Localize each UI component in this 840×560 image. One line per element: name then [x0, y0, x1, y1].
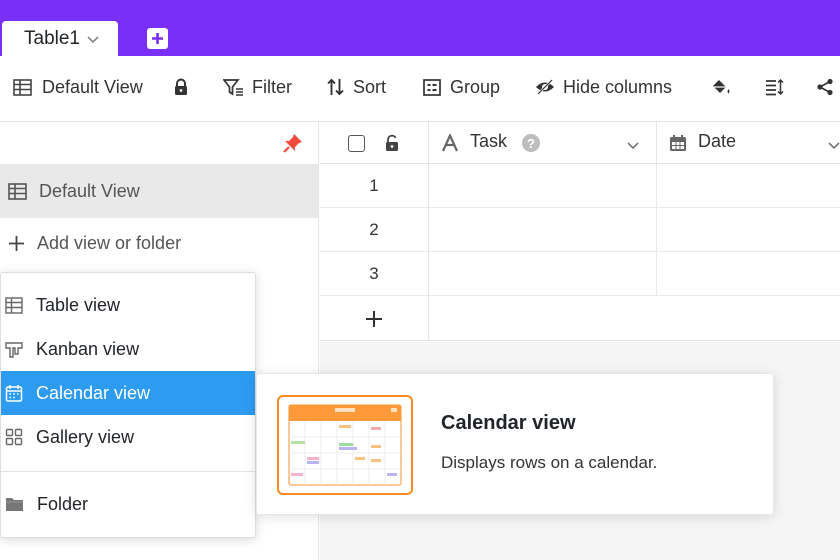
select-all-checkbox[interactable] — [348, 135, 365, 152]
row-color-button[interactable] — [711, 56, 732, 118]
group-icon — [423, 78, 441, 96]
filter-icon — [223, 79, 243, 96]
menu-item-label: Kanban view — [36, 338, 140, 359]
data-grid: Task ? Date 1 2 3 — [320, 122, 840, 342]
menu-item-label: Table view — [36, 294, 121, 315]
row-height-button[interactable] — [765, 56, 784, 118]
column-header-date[interactable]: Date — [657, 122, 840, 164]
filter-button[interactable]: Filter — [223, 56, 292, 118]
pin-icon[interactable] — [282, 132, 304, 159]
cell-task[interactable] — [429, 208, 657, 252]
group-label: Group — [450, 76, 501, 97]
row-number: 2 — [320, 208, 429, 252]
hide-columns-button[interactable]: Hide columns — [535, 56, 672, 118]
select-all-header — [320, 122, 429, 164]
menu-divider — [1, 471, 255, 472]
column-label-date: Date — [698, 131, 737, 151]
top-bar: Table1 — [0, 0, 840, 56]
menu-item-table-view[interactable]: Table view — [1, 283, 255, 327]
row-height-icon — [766, 78, 784, 96]
table-tab-label: Table1 — [24, 27, 80, 49]
folder-icon — [6, 498, 23, 511]
text-type-icon — [441, 132, 459, 157]
row-number: 1 — [320, 164, 429, 208]
table-tab[interactable]: Table1 — [2, 21, 118, 56]
menu-item-gallery-view[interactable]: Gallery view — [1, 415, 255, 459]
view-toolbar: Default View Filter Sort Group Hide colu… — [0, 56, 840, 122]
preview-description: Displays rows on a calendar. — [441, 453, 658, 472]
add-row-button[interactable] — [320, 296, 429, 341]
plus-icon — [366, 310, 382, 327]
cell-date[interactable] — [657, 208, 840, 252]
cell-task[interactable] — [429, 252, 657, 296]
sort-label: Sort — [353, 76, 387, 97]
sort-button[interactable]: Sort — [327, 56, 386, 118]
sidebar-item-default-view[interactable]: Default View — [0, 164, 318, 218]
column-label-task: Task — [470, 131, 508, 151]
share-icon — [817, 78, 833, 96]
calendar-icon — [669, 134, 687, 157]
share-button[interactable] — [816, 56, 834, 118]
plus-icon — [152, 33, 163, 44]
cell-date[interactable] — [657, 164, 840, 208]
current-view-button[interactable]: Default View — [13, 56, 143, 118]
gallery-icon — [5, 428, 23, 446]
menu-item-label: Folder — [37, 493, 89, 514]
chevron-down-icon[interactable] — [626, 136, 640, 157]
chevron-down-icon[interactable] — [827, 136, 840, 157]
table-icon — [5, 296, 23, 314]
add-view-menu: Table view Kanban view Calendar view Gal… — [0, 272, 256, 538]
plus-icon — [9, 235, 24, 251]
paint-bucket-icon — [713, 79, 730, 93]
table-row[interactable]: 2 — [320, 208, 840, 252]
add-view-button[interactable]: Add view or folder — [0, 220, 318, 266]
help-icon[interactable]: ? — [522, 134, 540, 152]
hide-columns-label: Hide columns — [563, 76, 673, 97]
table-row[interactable]: 3 — [320, 252, 840, 296]
chevron-down-icon[interactable] — [86, 32, 100, 46]
lock-view-button[interactable] — [173, 56, 189, 118]
calendar-preview-image — [277, 395, 413, 495]
add-row-bar — [320, 296, 840, 341]
view-preview-card: Calendar view Displays rows on a calenda… — [256, 373, 774, 515]
filter-label: Filter — [252, 76, 292, 97]
table-icon — [8, 182, 27, 200]
menu-item-label: Gallery view — [36, 426, 135, 447]
app-root: Table1 Default View Filter Sort Group Hi… — [0, 0, 840, 560]
add-view-label: Add view or folder — [37, 232, 182, 253]
menu-item-kanban-view[interactable]: Kanban view — [1, 327, 255, 371]
calendar-icon — [5, 385, 23, 402]
row-number: 3 — [320, 252, 429, 296]
sort-icon — [327, 78, 344, 96]
kanban-icon — [5, 341, 23, 358]
add-table-button[interactable] — [147, 28, 168, 49]
grid-header: Task ? Date — [320, 122, 840, 164]
sidebar-item-label: Default View — [39, 180, 140, 201]
lock-icon — [175, 78, 187, 95]
hide-columns-icon — [536, 79, 554, 95]
group-button[interactable]: Group — [423, 56, 500, 118]
current-view-label: Default View — [42, 76, 143, 97]
menu-item-calendar-view[interactable]: Calendar view — [1, 371, 255, 415]
lock-icon[interactable] — [384, 134, 400, 157]
cell-date[interactable] — [657, 252, 840, 296]
preview-title: Calendar view — [441, 412, 576, 434]
menu-item-label: Calendar view — [36, 382, 151, 403]
cell-task[interactable] — [429, 164, 657, 208]
table-icon — [13, 78, 32, 96]
column-header-task[interactable]: Task ? — [429, 122, 657, 164]
table-row[interactable]: 1 — [320, 164, 840, 208]
menu-item-folder[interactable]: Folder — [1, 482, 255, 526]
